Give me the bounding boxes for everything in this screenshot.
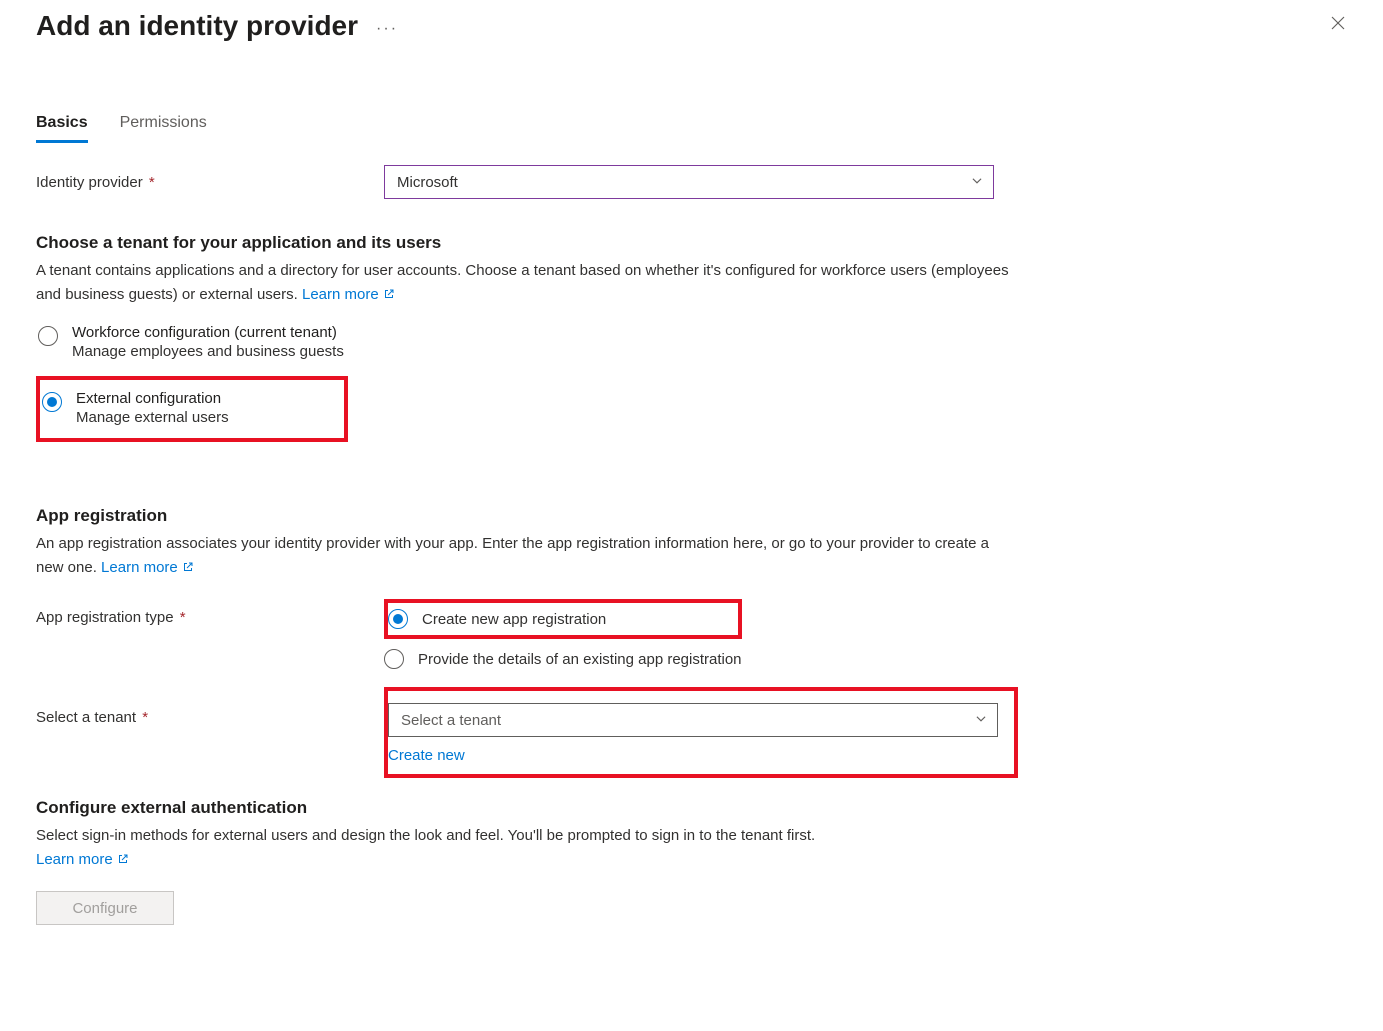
close-button[interactable] bbox=[1329, 14, 1347, 35]
highlight-select-tenant: Create new bbox=[384, 687, 1018, 778]
app-reg-type-label: App registration type * bbox=[36, 599, 384, 626]
identity-provider-label: Identity provider * bbox=[36, 174, 384, 191]
external-link-icon bbox=[117, 849, 129, 873]
learn-more-tenant-link[interactable]: Learn more bbox=[302, 286, 395, 303]
create-new-tenant-link[interactable]: Create new bbox=[388, 747, 465, 764]
external-link-icon bbox=[383, 284, 395, 308]
radio-indicator bbox=[388, 609, 408, 629]
tabs: Basics Permissions bbox=[36, 114, 1347, 143]
radio-workforce-sub: Manage employees and business guests bbox=[72, 343, 344, 360]
tab-permissions[interactable]: Permissions bbox=[120, 114, 207, 143]
identity-provider-value[interactable] bbox=[384, 165, 994, 199]
external-link-icon bbox=[182, 557, 194, 581]
radio-indicator bbox=[38, 326, 58, 346]
radio-existing-label: Provide the details of an existing app r… bbox=[418, 651, 742, 668]
radio-indicator bbox=[42, 392, 62, 412]
select-tenant-dropdown[interactable] bbox=[388, 703, 998, 737]
radio-indicator bbox=[384, 649, 404, 669]
page-title: Add an identity provider bbox=[36, 10, 358, 42]
radio-workforce-label: Workforce configuration (current tenant) bbox=[72, 324, 344, 341]
app-reg-desc: An app registration associates your iden… bbox=[36, 532, 1016, 581]
radio-external-label: External configuration bbox=[76, 390, 229, 407]
radio-create-new-appreg[interactable]: Create new app registration bbox=[388, 609, 606, 629]
configure-button[interactable]: Configure bbox=[36, 891, 174, 925]
radio-create-label: Create new app registration bbox=[422, 611, 606, 628]
learn-more-external-auth-link[interactable]: Learn more bbox=[36, 851, 129, 868]
external-auth-heading: Configure external authentication bbox=[36, 798, 1347, 818]
radio-external[interactable]: External configuration Manage external u… bbox=[40, 388, 336, 428]
radio-workforce[interactable]: Workforce configuration (current tenant)… bbox=[36, 322, 1347, 362]
identity-provider-select[interactable] bbox=[384, 165, 994, 199]
highlight-create-new-appreg: Create new app registration bbox=[384, 599, 742, 639]
app-reg-heading: App registration bbox=[36, 506, 1347, 526]
more-actions-button[interactable]: ··· bbox=[376, 14, 398, 38]
select-tenant-value[interactable] bbox=[388, 703, 998, 737]
highlight-external-config: External configuration Manage external u… bbox=[36, 376, 348, 442]
radio-external-sub: Manage external users bbox=[76, 409, 229, 426]
tenant-section-heading: Choose a tenant for your application and… bbox=[36, 233, 1347, 253]
learn-more-appreg-link[interactable]: Learn more bbox=[101, 559, 194, 576]
tenant-section-desc: A tenant contains applications and a dir… bbox=[36, 259, 1016, 308]
select-tenant-label: Select a tenant * bbox=[36, 687, 384, 726]
external-auth-desc: Select sign-in methods for external user… bbox=[36, 824, 1016, 873]
tab-basics[interactable]: Basics bbox=[36, 114, 88, 143]
close-icon bbox=[1329, 19, 1347, 35]
radio-existing-appreg[interactable]: Provide the details of an existing app r… bbox=[384, 649, 742, 669]
